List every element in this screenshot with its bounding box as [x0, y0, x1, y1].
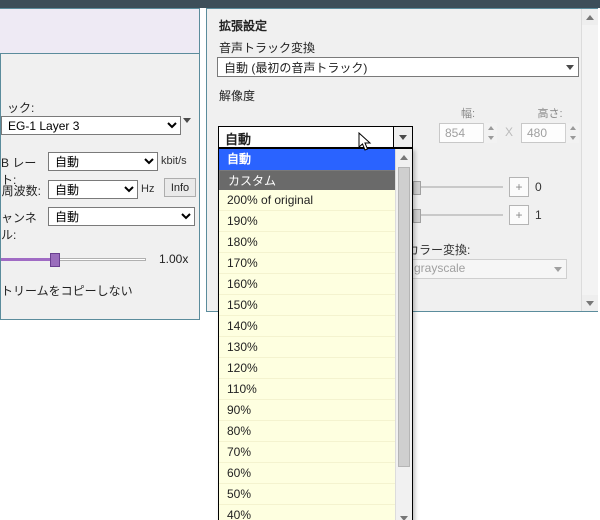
frequency-unit: Hz	[141, 183, 154, 195]
dimension-multiply: X	[505, 125, 513, 139]
resolution-dropdown[interactable]: 自動カスタム200% of original190%180%170%160%15…	[218, 148, 413, 520]
spin-down-icon	[570, 136, 576, 140]
tempo-value: 1.00x	[159, 252, 188, 266]
advanced-settings-title: 拡張設定	[219, 17, 267, 34]
resolution-option[interactable]: 140%	[219, 316, 396, 337]
chevron-down-icon	[566, 65, 574, 70]
scroll-up-button[interactable]	[582, 9, 598, 25]
resolution-selected: 自動	[219, 127, 393, 147]
resolution-option[interactable]: 自動	[219, 149, 396, 170]
left-panel: ック: EG-1 Layer 3 B レート: 自動 kbit/s 周波数: 自…	[0, 54, 200, 320]
resolution-option[interactable]: 90%	[219, 400, 396, 421]
color-convert-label: カラー変換:	[407, 241, 470, 258]
scroll-down-button[interactable]	[582, 295, 598, 311]
bitrate-select[interactable]: 自動	[48, 152, 158, 171]
copy-stream-label: トリームをコピーしない	[1, 282, 133, 299]
slider-thumb[interactable]	[413, 209, 421, 223]
resolution-option[interactable]: 40%	[219, 505, 396, 520]
channel-label: ャンネル:	[1, 209, 41, 243]
slider-thumb[interactable]	[50, 253, 60, 267]
width-label: 幅:	[439, 105, 497, 121]
increment-button[interactable]: +	[509, 205, 529, 225]
audio-track-value: 自動 (最初の音声トラック)	[224, 59, 367, 76]
panel-scrollbar[interactable]	[581, 9, 598, 311]
resolution-option[interactable]: 110%	[219, 379, 396, 400]
width-spinner[interactable]	[483, 123, 497, 143]
chevron-down-icon	[400, 516, 408, 520]
height-spinner[interactable]	[565, 123, 579, 143]
chevron-down-icon	[399, 135, 407, 140]
chevron-down-icon	[586, 301, 594, 306]
audio-track-label: 音声トラック変換	[219, 39, 315, 56]
info-button[interactable]: Info	[164, 178, 196, 197]
resolution-option[interactable]: 70%	[219, 442, 396, 463]
spin-up-icon	[570, 126, 576, 130]
audio-track-select[interactable]: 自動 (最初の音声トラック)	[217, 57, 579, 77]
spin-down-icon	[488, 136, 494, 140]
chevron-up-icon	[586, 15, 594, 20]
resolution-option[interactable]: 60%	[219, 463, 396, 484]
param-slider-a[interactable]	[413, 178, 503, 196]
slider-thumb[interactable]	[413, 181, 421, 195]
color-convert-value: grayscale	[414, 261, 465, 275]
resolution-option[interactable]: 80%	[219, 421, 396, 442]
height-label: 高さ:	[521, 105, 579, 121]
frequency-select[interactable]: 自動	[48, 180, 138, 199]
resolution-select-button[interactable]	[393, 127, 412, 147]
resolution-option[interactable]: 160%	[219, 274, 396, 295]
color-convert-select[interactable]: grayscale	[407, 259, 567, 279]
channel-select[interactable]: 自動	[48, 207, 195, 226]
resolution-option[interactable]: 150%	[219, 295, 396, 316]
resolution-option[interactable]: 130%	[219, 337, 396, 358]
tempo-slider[interactable]	[1, 249, 146, 269]
increment-button[interactable]: +	[509, 177, 529, 197]
chevron-down-icon	[554, 267, 562, 272]
slider-fill	[1, 258, 55, 261]
resolution-option[interactable]: 120%	[219, 358, 396, 379]
frequency-label: 周波数:	[2, 182, 41, 199]
codec-select[interactable]: EG-1 Layer 3	[1, 116, 181, 135]
window-titlebar-strip	[0, 0, 600, 8]
slider-a-value: 0	[535, 180, 549, 194]
resolution-option[interactable]: 170%	[219, 253, 396, 274]
slider-track	[413, 186, 503, 188]
scroll-down-button[interactable]	[396, 510, 412, 520]
resolution-select[interactable]: 自動	[218, 126, 413, 148]
slider-b-value: 1	[535, 208, 549, 222]
resolution-option[interactable]: 180%	[219, 232, 396, 253]
codec-label: ック:	[7, 99, 34, 116]
scroll-thumb[interactable]	[398, 167, 410, 467]
left-accent-band	[0, 8, 200, 54]
resolution-option[interactable]: 200% of original	[219, 190, 396, 211]
param-slider-b[interactable]	[413, 206, 503, 224]
slider-track	[413, 214, 503, 216]
resolution-option[interactable]: 50%	[219, 484, 396, 505]
resolution-label: 解像度	[219, 87, 255, 104]
resolution-option[interactable]: カスタム	[219, 170, 396, 190]
resolution-option[interactable]: 190%	[219, 211, 396, 232]
chevron-up-icon	[400, 155, 408, 160]
bitrate-unit: kbit/s	[161, 155, 187, 167]
scroll-up-button[interactable]	[396, 149, 412, 165]
chevron-down-icon	[183, 118, 191, 123]
scroll-track[interactable]	[582, 25, 598, 295]
spin-up-icon	[488, 126, 494, 130]
dropdown-scrollbar[interactable]	[395, 149, 412, 520]
